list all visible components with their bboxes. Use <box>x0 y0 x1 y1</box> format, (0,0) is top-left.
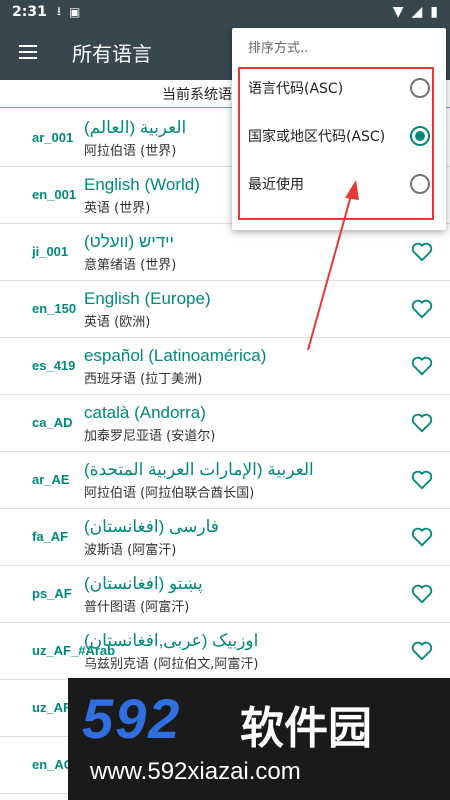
native-name: العربية (الإمارات العربية المتحدة) <box>84 459 314 479</box>
favorite-heart-icon[interactable] <box>394 509 450 565</box>
watermark-name: 软件园 <box>240 703 372 754</box>
list-item[interactable]: en_150 English (Europe) 英语 (欧洲) <box>0 281 450 338</box>
native-name: اوزبیک (عربی,افغانستان) <box>84 630 259 650</box>
list-item[interactable]: uz_AF_#Arab اوزبیک (عربی,افغانستان) 乌兹别克… <box>0 623 450 680</box>
language-code: en_001 <box>32 187 77 202</box>
sort-option-recent[interactable]: 最近使用 <box>232 160 446 208</box>
language-code: ar_001 <box>32 130 74 145</box>
language-code: es_419 <box>32 358 76 373</box>
translated-name: 意第绪语 (世界) <box>84 257 177 273</box>
radio-button[interactable] <box>410 174 430 194</box>
translated-name: 普什图语 (阿富汗) <box>84 599 190 615</box>
page-title: 所有语言 <box>72 41 152 66</box>
favorite-heart-icon[interactable] <box>394 623 450 679</box>
language-code: en_150 <box>32 301 77 316</box>
battery-icon: ▮ <box>430 4 438 20</box>
translated-name: 乌兹别克语 (阿拉伯文,阿富汗) <box>84 656 259 672</box>
translated-name: 加泰罗尼亚语 (安道尔) <box>84 428 216 444</box>
language-code: ar_AE <box>32 472 70 487</box>
watermark-banner: 592 软件园 www.592xiazai.com <box>68 678 450 800</box>
favorite-heart-icon[interactable] <box>394 452 450 508</box>
native-name: יידיש (וועלט) <box>84 231 174 251</box>
signal-icon: ◢ <box>411 4 423 20</box>
list-item[interactable]: es_419 español (Latinoamérica) 西班牙语 (拉丁美… <box>0 338 450 395</box>
download-icon: ⭳ <box>56 3 62 18</box>
watermark-url: www.592xiazai.com <box>90 758 301 785</box>
app-notification-icon: ▣ <box>69 5 81 19</box>
list-item[interactable]: ji_001 יידיש (וועלט) 意第绪语 (世界) <box>0 224 450 281</box>
list-item[interactable]: ps_AF پښتو (افغانستان) 普什图语 (阿富汗) <box>0 566 450 623</box>
language-code: fa_AF <box>32 529 69 544</box>
favorite-heart-icon[interactable] <box>394 338 450 394</box>
native-name: پښتو (افغانستان) <box>84 573 203 593</box>
list-item[interactable]: ca_AD català (Andorra) 加泰罗尼亚语 (安道尔) <box>0 395 450 452</box>
sort-option-label: 语言代码(ASC) <box>248 81 344 97</box>
sort-menu-header: 排序方式.. <box>248 40 309 56</box>
native-name: español (Latinoamérica) <box>84 345 267 365</box>
favorite-heart-icon[interactable] <box>394 224 450 280</box>
sort-option-language-code[interactable]: 语言代码(ASC) <box>232 64 446 112</box>
translated-name: 阿拉伯语 (阿拉伯联合酋长国) <box>84 485 255 501</box>
wifi-icon: ▼ <box>392 4 404 20</box>
watermark-logo: 592 <box>82 687 182 750</box>
sort-option-label: 国家或地区代码(ASC) <box>248 129 386 145</box>
list-item[interactable]: ar_AE العربية (الإمارات العربية المتحدة)… <box>0 452 450 509</box>
language-code: ji_001 <box>32 244 69 259</box>
favorite-heart-icon[interactable] <box>394 566 450 622</box>
translated-name: 英语 (欧洲) <box>84 314 151 330</box>
sort-menu: 排序方式.. 语言代码(ASC) 国家或地区代码(ASC) 最近使用 <box>232 28 446 230</box>
native-name: English (Europe) <box>84 288 211 308</box>
translated-name: 波斯语 (阿富汗) <box>84 542 177 558</box>
sort-option-label: 最近使用 <box>248 177 304 193</box>
language-code: ca_AD <box>32 415 73 430</box>
status-bar: 2:31 ⭳ ▣ ▼ ◢ ▮ <box>0 0 450 24</box>
menu-icon[interactable] <box>0 24 56 80</box>
native-name: فارسی (افغانستان) <box>84 516 219 536</box>
list-item[interactable]: fa_AF فارسی (افغانستان) 波斯语 (阿富汗) <box>0 509 450 566</box>
status-time: 2:31 <box>12 4 47 20</box>
favorite-heart-icon[interactable] <box>394 281 450 337</box>
radio-button-selected[interactable] <box>410 126 430 146</box>
translated-name: 西班牙语 (拉丁美洲) <box>84 371 203 387</box>
native-name: català (Andorra) <box>84 402 206 422</box>
language-code: ps_AF <box>32 586 72 601</box>
sort-option-country-code[interactable]: 国家或地区代码(ASC) <box>232 112 446 160</box>
language-code: uz_AF_#Arab <box>32 643 116 658</box>
radio-button[interactable] <box>410 78 430 98</box>
favorite-heart-icon[interactable] <box>394 395 450 451</box>
